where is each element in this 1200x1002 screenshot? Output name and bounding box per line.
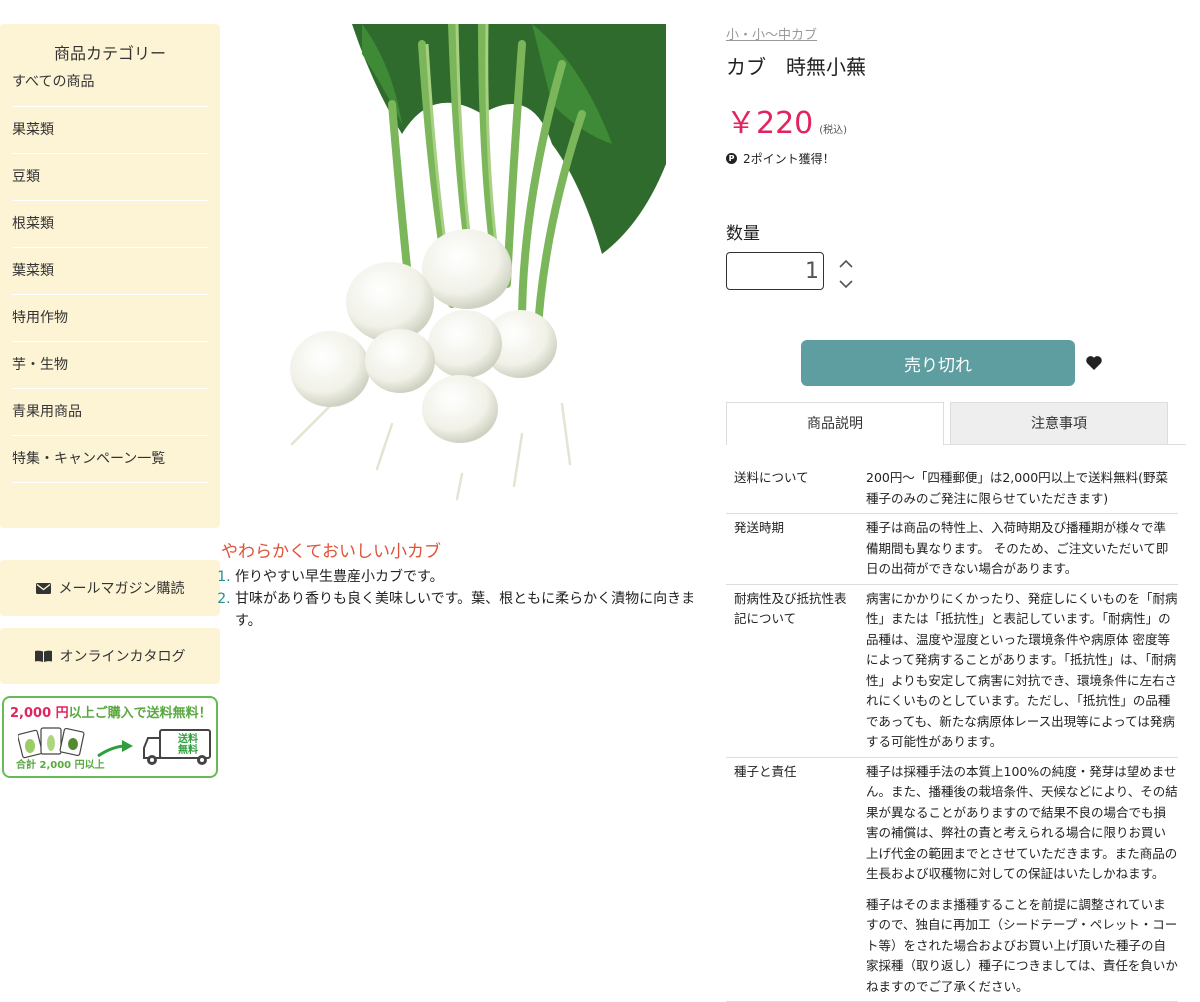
quantity-stepper: [838, 255, 854, 289]
category-list: すべての商品 果菜類 豆類 根菜類 葉菜類 特用作物 芋・生物 青果用商品 特集…: [12, 70, 208, 483]
category-item-special-crops[interactable]: 特用作物: [12, 295, 208, 342]
purchase-actions: 売り切れ: [801, 340, 1103, 386]
banner-total: 合計 2,000 円以上: [16, 760, 105, 771]
category-item-leaf-vegetables[interactable]: 葉菜類: [12, 248, 208, 295]
newsletter-button[interactable]: メールマガジン購読: [0, 560, 220, 616]
spec-value: 病害にかかりにくかったり、発症しにくいものを「耐病性」または「抵抗性」と表記して…: [866, 590, 1178, 750]
category-item-beans[interactable]: 豆類: [12, 154, 208, 201]
banner-amount: 2,000 円: [10, 706, 69, 721]
sold-out-button[interactable]: 売り切れ: [801, 340, 1075, 386]
catalog-label: オンラインカタログ: [59, 649, 186, 665]
banner-headline: 2,000 円以上ご購入で送料無料！: [10, 702, 212, 721]
arrow-right-icon: [97, 744, 127, 758]
tab-product-description[interactable]: 商品説明: [726, 402, 944, 445]
table-row: 送料について 200円〜「四種郵便」は2,000円以上で送料無料(野菜種子のみの…: [726, 464, 1178, 514]
spec-key: 送料について: [734, 470, 809, 485]
points-info: P 2ポイント獲得！: [726, 150, 1186, 167]
category-title: 商品カテゴリー: [53, 44, 166, 63]
category-panel: 商品カテゴリー すべての商品 果菜類 豆類 根菜類 葉菜類 特用作物 芋・生物 …: [0, 24, 220, 528]
book-open-icon: [34, 650, 52, 662]
description-title: やわらかくておいしい小カブ: [221, 542, 441, 562]
spec-key: 発送時期: [734, 520, 785, 535]
truck-text-2: 無料: [178, 743, 198, 756]
online-catalog-button[interactable]: オンラインカタログ: [0, 628, 220, 684]
spec-key: 耐病性及び抵抗性表記について: [734, 590, 847, 627]
spec-key: 種子と責任: [734, 763, 797, 779]
feature-list: 作りやすい早生豊産小カブです。 甘味があり香りも良く美味しいです。葉、根ともに柔…: [221, 566, 716, 632]
banner-text: 以上ご購入で送料無料！: [68, 706, 212, 721]
truck-icon: 送料 無料: [143, 729, 211, 765]
newsletter-label: メールマガジン購読: [58, 581, 185, 597]
product-tabs: 商品説明 注意事項: [726, 402, 1186, 445]
points-icon: P: [726, 153, 737, 164]
category-item-root-vegetables[interactable]: 根菜類: [12, 201, 208, 248]
points-text: 2ポイント獲得！: [743, 152, 835, 166]
free-shipping-banner[interactable]: 2,000 円以上ご購入で送料無料！ 送料 無料 合計 2,000 円以上: [2, 696, 218, 778]
table-row: 発送時期 種子は商品の特性上、入荷時期及び播種期が様々で準備期間も異なります。 …: [726, 514, 1178, 584]
seed-packet-icon: [18, 727, 85, 759]
table-row: 種子と責任 種子は採種手法の本質上100%の純度・発芽は望めません。また、播種後…: [726, 757, 1178, 1002]
table-row: 耐病性及び抵抗性表記について 病害にかかりにくかったり、発症しにくいものを「耐病…: [726, 584, 1178, 757]
category-item-tubers[interactable]: 芋・生物: [12, 342, 208, 389]
product-price: ￥220: [726, 106, 814, 141]
product-title: カブ 時無小蕪: [726, 55, 866, 79]
feature-item: 作りやすい早生豊産小カブです。: [235, 566, 716, 588]
product-image-turnips: [290, 24, 666, 501]
feature-item: 甘味があり香りも良く美味しいです。葉、根ともに柔らかく漬物に向きます。: [235, 588, 716, 632]
category-item-campaigns[interactable]: 特集・キャンペーン一覧: [12, 436, 208, 483]
envelope-icon: [35, 582, 51, 594]
product-description: やわらかくておいしい小カブ 作りやすい早生豊産小カブです。 甘味があり香りも良く…: [221, 537, 716, 632]
category-item-all[interactable]: すべての商品: [12, 70, 208, 107]
spec-table: 送料について 200円〜「四種郵便」は2,000円以上で送料無料(野菜種子のみの…: [726, 464, 1178, 1002]
category-item-fruit-vegetables[interactable]: 果菜類: [12, 107, 208, 154]
spec-value: 200円〜「四種郵便」は2,000円以上で送料無料(野菜種子のみのご発注に限らせ…: [866, 470, 1169, 506]
sidebar: 商品カテゴリー すべての商品 果菜類 豆類 根菜類 葉菜類 特用作物 芋・生物 …: [0, 24, 220, 778]
truck-text-1: 送料: [177, 732, 198, 745]
quantity-label: 数量: [726, 224, 760, 244]
quantity-input[interactable]: [726, 252, 824, 290]
quantity-row: [726, 252, 1186, 290]
spec-value: 種子は採種手法の本質上100%の純度・発芽は望めません。また、播種後の栽培条件、…: [866, 763, 1178, 994]
chevron-up-icon[interactable]: [838, 255, 854, 268]
chevron-down-icon[interactable]: [838, 275, 854, 289]
tab-notes[interactable]: 注意事項: [950, 402, 1168, 444]
category-breadcrumb-link[interactable]: 小・小〜中カブ: [726, 24, 1186, 43]
heart-icon[interactable]: [1085, 354, 1103, 372]
spec-value: 種子は商品の特性上、入荷時期及び播種期が様々で準備期間も異なります。 そのため、…: [866, 520, 1169, 576]
tax-note: (税込): [819, 125, 848, 136]
category-item-produce[interactable]: 青果用商品: [12, 389, 208, 436]
product-info-panel: 小・小〜中カブ カブ 時無小蕪 ￥220 (税込) P 2ポイント獲得！ 数量 …: [726, 24, 1186, 1002]
price-row: ￥220 (税込): [726, 98, 1186, 142]
